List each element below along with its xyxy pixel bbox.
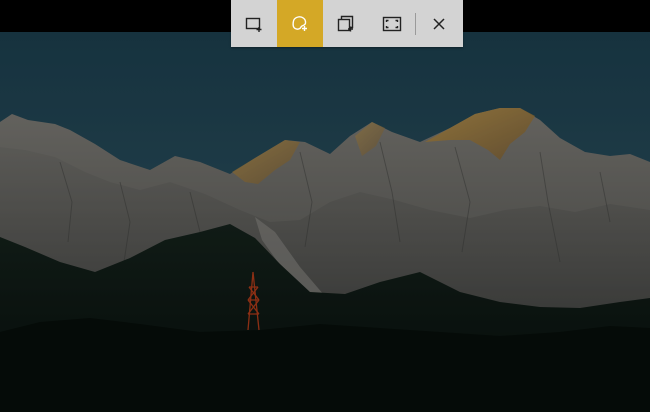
rectangular-snip-button[interactable] xyxy=(231,0,277,47)
fullscreen-snip-button[interactable] xyxy=(369,0,415,47)
snip-toolbar xyxy=(231,0,463,47)
close-icon xyxy=(432,17,445,30)
close-snip-button[interactable] xyxy=(416,0,461,47)
window-snip-button[interactable] xyxy=(323,0,369,47)
freeform-snip-icon xyxy=(292,15,307,31)
mountain-landscape-image xyxy=(0,32,650,412)
window-snip-icon xyxy=(337,15,354,31)
freeform-snip-button[interactable] xyxy=(277,0,323,47)
fullscreen-snip-icon xyxy=(382,16,402,31)
rectangle-snip-icon xyxy=(245,17,262,32)
screen-capture-area[interactable] xyxy=(0,0,650,412)
